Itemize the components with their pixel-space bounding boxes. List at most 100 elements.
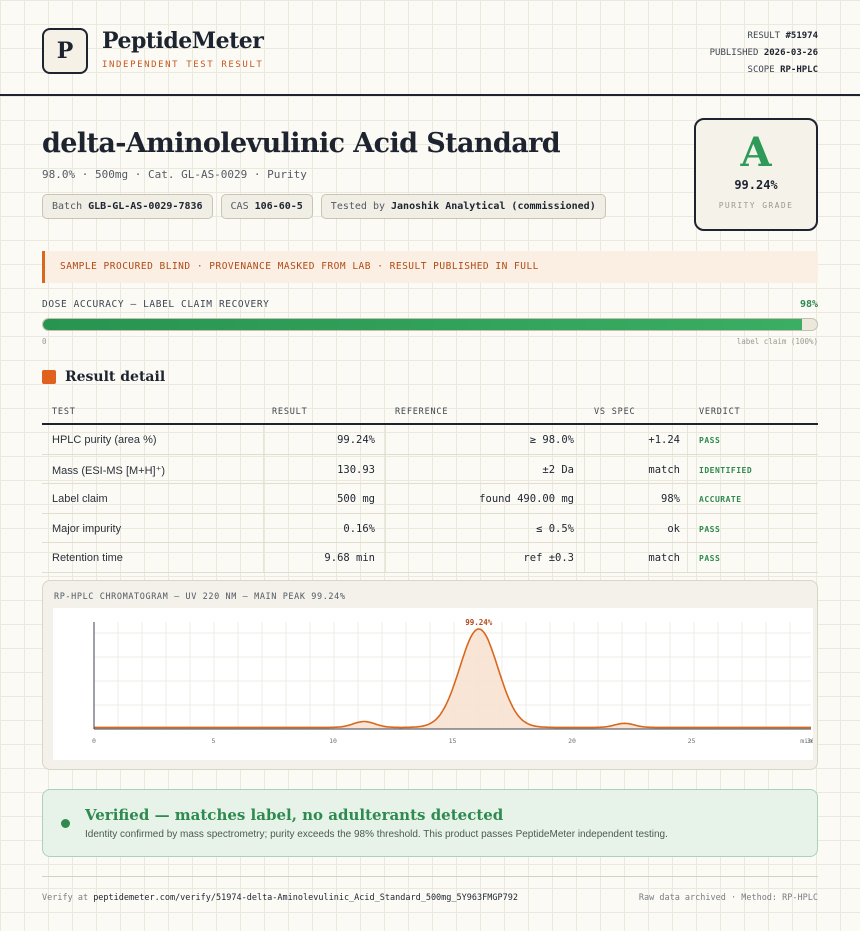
cell-test: Retention time (52, 552, 123, 564)
cell-reference: ±2 Da (542, 463, 574, 476)
cell-reference: ≤ 0.5% (536, 522, 574, 535)
cell-divider (687, 484, 688, 513)
table-row: HPLC purity (area %) 99.24% ≥ 98.0% +1.24 PA… (42, 425, 818, 455)
cell-reference: found 490.00 mg (479, 493, 574, 505)
cell-divider (584, 484, 585, 513)
verified-text: Identity confirmed by mass spectrometry;… (85, 829, 668, 840)
grade-label: PURITY GRADE (718, 201, 794, 210)
cell-divider (687, 425, 688, 454)
grade-purity: 99.24% (734, 178, 778, 192)
cas-chip: CAS 106-60-5 (220, 194, 313, 219)
meta-published: PUBLISHED 2026-03-26 (709, 48, 818, 58)
cell-divider (584, 425, 585, 454)
meta-scope: SCOPE RP-HPLC (747, 65, 818, 75)
dose-accuracy-bar (42, 318, 818, 331)
verified-title: Verified — matches label, no adulterants… (85, 806, 504, 824)
brand-logo: P (42, 28, 88, 74)
brand-name: PeptideMeter (102, 28, 264, 54)
cell-divider (263, 425, 264, 454)
cell-divider (385, 543, 386, 572)
cell-divider (385, 484, 386, 513)
footer-verify: Verify at peptidemeter.com/verify/51974-… (42, 893, 518, 903)
grade-letter: A (740, 129, 772, 176)
cell-result: 500 mg (337, 493, 375, 505)
verify-link[interactable]: peptidemeter.com/verify/51974-delta-Amin… (93, 893, 518, 903)
cell-test: Major impurity (52, 522, 122, 535)
cell-verdict: IDENTIFIED (699, 465, 753, 475)
cell-vs-spec: ok (667, 522, 680, 535)
cell-divider (385, 454, 386, 483)
result-table: TEST RESULT REFERENCE VS SPEC VERDICT HP… (42, 398, 818, 573)
header-verdict: VERDICT (699, 407, 741, 417)
dose-zero-label: 0 (42, 337, 47, 346)
dose-accuracy-label: DOSE ACCURACY — LABEL CLAIM RECOVERY (42, 299, 270, 310)
cell-divider (385, 513, 386, 542)
meta-result: RESULT #51974 (747, 31, 818, 41)
header-test: TEST (52, 407, 76, 417)
cell-divider (263, 543, 264, 572)
brand-tagline: INDEPENDENT TEST RESULT (102, 60, 264, 70)
table-header: TEST RESULT REFERENCE VS SPEC VERDICT (42, 398, 818, 425)
verified-dot-icon (61, 819, 70, 828)
report-header: P PeptideMeter INDEPENDENT TEST RESULT R… (0, 0, 860, 96)
cell-test: HPLC purity (area %) (52, 434, 157, 446)
header-result: RESULT (272, 407, 308, 417)
cell-test: Label claim (52, 493, 108, 505)
x-tick-label: 5 (212, 737, 216, 745)
cell-vs-spec: +1.24 (648, 434, 680, 446)
chart-plot-background (53, 608, 813, 760)
x-tick-label: 25 (688, 737, 696, 745)
chromatogram-chart: 0 5 10 15 20 25 30min99.24% (53, 608, 813, 760)
chart-title: RP-HPLC CHROMATOGRAM — UV 220 NM — MAIN … (54, 592, 346, 602)
cell-divider (687, 543, 688, 572)
cell-result: 9.68 min (324, 552, 375, 564)
product-subtitle: 98.0% · 500mg · Cat. GL-AS-0029 · Purity (42, 168, 307, 181)
cell-vs-spec: match (648, 463, 680, 476)
cell-divider (263, 454, 264, 483)
x-tick-label: 0 (92, 737, 96, 745)
purity-grade-card: A 99.24% PURITY GRADE (694, 118, 818, 231)
procurement-notice: SAMPLE PROCURED BLIND · PROVENANCE MASKE… (42, 251, 818, 283)
cell-verdict: PASS (699, 436, 721, 445)
cell-divider (263, 484, 264, 513)
header-reference: REFERENCE (395, 407, 449, 417)
dose-accuracy-percent: 98% (799, 299, 818, 310)
dose-accuracy-fill (43, 319, 802, 330)
cell-vs-spec: 98% (661, 493, 680, 505)
report-meta: RESULT #51974 PUBLISHED 2026-03-26 SCOPE… (710, 28, 818, 79)
table-row: Retention time 9.68 min ref ±0.3 match PASS (42, 543, 818, 573)
x-tick-label: 10 (329, 737, 337, 745)
cell-result: 99.24% (337, 434, 375, 446)
table-row: Major impurity 0.16% ≤ 0.5% ok PASS (42, 513, 818, 543)
chromatogram-card: RP-HPLC CHROMATOGRAM — UV 220 NM — MAIN … (42, 580, 818, 770)
dose-claim-label: label claim (100%) (736, 337, 818, 346)
cell-divider (687, 513, 688, 542)
cell-divider (687, 454, 688, 483)
tested-by-chip: Tested by Janoshik Analytical (commissio… (320, 194, 606, 219)
cell-reference: ≥ 98.0% (529, 434, 574, 446)
x-tick-label: 20 (568, 737, 576, 745)
footer-divider (42, 876, 818, 877)
cell-result: 0.16% (343, 522, 375, 535)
cell-result: 130.93 (337, 463, 375, 476)
cell-verdict: PASS (699, 524, 721, 534)
cell-divider (385, 425, 386, 454)
header-vs-spec: VS SPEC (594, 407, 636, 417)
product-chips: Batch GLB-GL-AS-0029-7836 CAS 106-60-5 T… (42, 194, 606, 219)
table-row: Mass (ESI-MS [M+H]⁺) 130.93 ±2 Da match IDEN… (42, 454, 818, 484)
batch-chip: Batch GLB-GL-AS-0029-7836 (42, 194, 213, 219)
cell-divider (584, 454, 585, 483)
cell-verdict: PASS (699, 554, 721, 563)
cell-divider (584, 513, 585, 542)
product-title: delta-Aminolevulinic Acid Standard (42, 128, 561, 159)
cell-divider (263, 513, 264, 542)
x-tick-label: 15 (449, 737, 457, 745)
cell-reference: ref ±0.3 (523, 552, 574, 564)
cell-verdict: ACCURATE (699, 495, 742, 504)
section-marker-icon (42, 370, 56, 384)
x-axis-unit: min (800, 737, 812, 745)
cell-divider (584, 543, 585, 572)
result-detail-title: Result detail (65, 369, 166, 385)
footer-method: Raw data archived · Method: RP-HPLC (638, 893, 818, 903)
main-peak-label: 99.24% (465, 618, 493, 627)
